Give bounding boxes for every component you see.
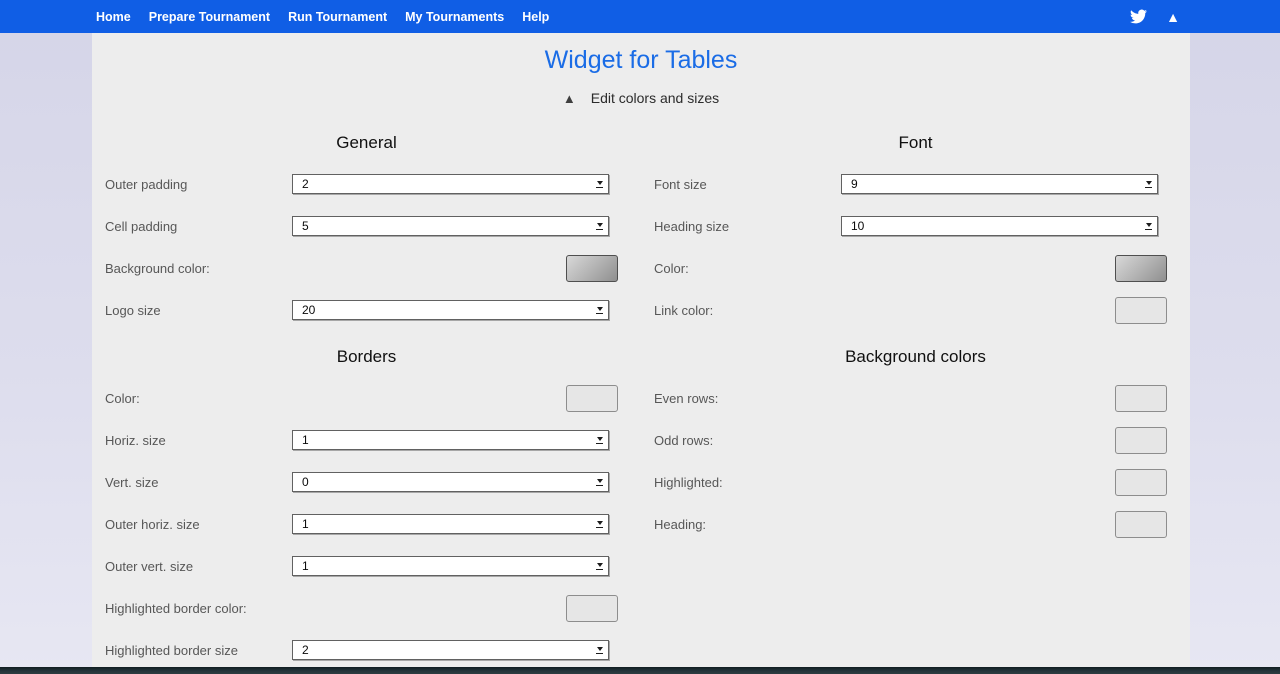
chevron-down-icon xyxy=(591,515,608,533)
section-heading-font: Font xyxy=(641,123,1190,163)
even-rows-color-swatch[interactable] xyxy=(1115,385,1167,412)
setting-row: Highlighted: xyxy=(641,461,1190,503)
setting-label: Outer vert. size xyxy=(92,559,292,574)
nav-item-prepare-tournament[interactable]: Prepare Tournament xyxy=(149,10,270,24)
page-title: Widget for Tables xyxy=(92,45,1190,75)
setting-label: Highlighted border size xyxy=(92,643,292,658)
setting-row: Vert. size 0 xyxy=(92,461,641,503)
section-heading-borders: Borders xyxy=(92,337,641,377)
select-value: 5 xyxy=(293,217,591,235)
setting-label: Horiz. size xyxy=(92,433,292,448)
section-heading-general: General xyxy=(92,123,641,163)
setting-row: Heading size 10 xyxy=(641,205,1190,247)
setting-label: Vert. size xyxy=(92,475,292,490)
border-color-swatch[interactable] xyxy=(566,385,618,412)
chevron-down-icon xyxy=(591,431,608,449)
setting-label: Logo size xyxy=(92,303,292,318)
setting-row: Logo size 20 xyxy=(92,289,641,331)
select-value: 2 xyxy=(293,641,591,659)
select-value: 10 xyxy=(842,217,1140,235)
twitter-icon[interactable] xyxy=(1128,8,1149,25)
setting-label: Color: xyxy=(92,391,292,406)
odd-rows-color-swatch[interactable] xyxy=(1115,427,1167,454)
chevron-down-icon xyxy=(591,217,608,235)
setting-label: Highlighted: xyxy=(641,475,841,490)
setting-label: Even rows: xyxy=(641,391,841,406)
chevron-down-icon xyxy=(591,557,608,575)
setting-label: Heading: xyxy=(641,517,841,532)
chevron-down-icon xyxy=(1140,175,1157,193)
left-column: General Outer padding 2 Cell padding 5 B… xyxy=(92,123,641,671)
setting-row: Highlighted border color: xyxy=(92,587,641,629)
outer-padding-select[interactable]: 2 xyxy=(292,174,609,194)
highlighted-color-swatch[interactable] xyxy=(1115,469,1167,496)
nav-item-help[interactable]: Help xyxy=(522,10,549,24)
setting-row: Outer padding 2 xyxy=(92,163,641,205)
setting-label: Outer padding xyxy=(92,177,292,192)
chevron-down-icon xyxy=(591,301,608,319)
setting-label: Cell padding xyxy=(92,219,292,234)
setting-label: Link color: xyxy=(641,303,841,318)
heading-size-select[interactable]: 10 xyxy=(841,216,1158,236)
toggle-label: Edit colors and sizes xyxy=(591,90,719,106)
setting-row: Background color: xyxy=(92,247,641,289)
chevron-down-icon xyxy=(1140,217,1157,235)
background-color-swatch[interactable] xyxy=(566,255,618,282)
setting-label: Color: xyxy=(641,261,841,276)
setting-label: Heading size xyxy=(641,219,841,234)
triangle-up-icon: ▲ xyxy=(563,92,576,105)
section-heading-background-colors: Background colors xyxy=(641,337,1190,377)
chevron-down-icon xyxy=(591,473,608,491)
setting-label: Font size xyxy=(641,177,841,192)
chevron-down-icon xyxy=(591,175,608,193)
setting-row: Even rows: xyxy=(641,377,1190,419)
setting-row: Heading: xyxy=(641,503,1190,545)
highlighted-border-color-swatch[interactable] xyxy=(566,595,618,622)
footer-strip xyxy=(0,667,1280,674)
right-column: Font Font size 9 Heading size 10 Color: xyxy=(641,123,1190,671)
setting-row: Odd rows: xyxy=(641,419,1190,461)
select-value: 1 xyxy=(293,515,591,533)
select-value: 2 xyxy=(293,175,591,193)
font-size-select[interactable]: 9 xyxy=(841,174,1158,194)
setting-label: Outer horiz. size xyxy=(92,517,292,532)
select-value: 20 xyxy=(293,301,591,319)
cell-padding-select[interactable]: 5 xyxy=(292,216,609,236)
setting-row: Outer vert. size 1 xyxy=(92,545,641,587)
collapse-up-icon[interactable]: ▲ xyxy=(1166,10,1180,24)
select-value: 0 xyxy=(293,473,591,491)
vert-size-select[interactable]: 0 xyxy=(292,472,609,492)
nav-item-my-tournaments[interactable]: My Tournaments xyxy=(405,10,504,24)
setting-label: Background color: xyxy=(92,261,292,276)
edit-colors-toggle[interactable]: ▲ Edit colors and sizes xyxy=(92,89,1190,107)
settings-columns: General Outer padding 2 Cell padding 5 B… xyxy=(92,123,1190,671)
logo-size-select[interactable]: 20 xyxy=(292,300,609,320)
outer-horiz-size-select[interactable]: 1 xyxy=(292,514,609,534)
select-value: 1 xyxy=(293,557,591,575)
setting-row: Color: xyxy=(641,247,1190,289)
outer-vert-size-select[interactable]: 1 xyxy=(292,556,609,576)
select-value: 9 xyxy=(842,175,1140,193)
setting-row: Cell padding 5 xyxy=(92,205,641,247)
setting-row: Horiz. size 1 xyxy=(92,419,641,461)
link-color-swatch[interactable] xyxy=(1115,297,1167,324)
top-navbar: Home Prepare Tournament Run Tournament M… xyxy=(0,0,1280,33)
setting-label: Highlighted border color: xyxy=(92,601,292,616)
navbar-right-icons: ▲ xyxy=(1128,8,1280,25)
nav-item-run-tournament[interactable]: Run Tournament xyxy=(288,10,387,24)
setting-row: Font size 9 xyxy=(641,163,1190,205)
setting-row: Color: xyxy=(92,377,641,419)
setting-row: Outer horiz. size 1 xyxy=(92,503,641,545)
settings-panel: Widget for Tables ▲ Edit colors and size… xyxy=(92,33,1190,674)
heading-color-swatch[interactable] xyxy=(1115,511,1167,538)
font-color-swatch[interactable] xyxy=(1115,255,1167,282)
setting-label: Odd rows: xyxy=(641,433,841,448)
nav-item-home[interactable]: Home xyxy=(96,10,131,24)
horiz-size-select[interactable]: 1 xyxy=(292,430,609,450)
chevron-down-icon xyxy=(591,641,608,659)
highlighted-border-size-select[interactable]: 2 xyxy=(292,640,609,660)
setting-row: Link color: xyxy=(641,289,1190,331)
setting-row: Highlighted border size 2 xyxy=(92,629,641,671)
select-value: 1 xyxy=(293,431,591,449)
